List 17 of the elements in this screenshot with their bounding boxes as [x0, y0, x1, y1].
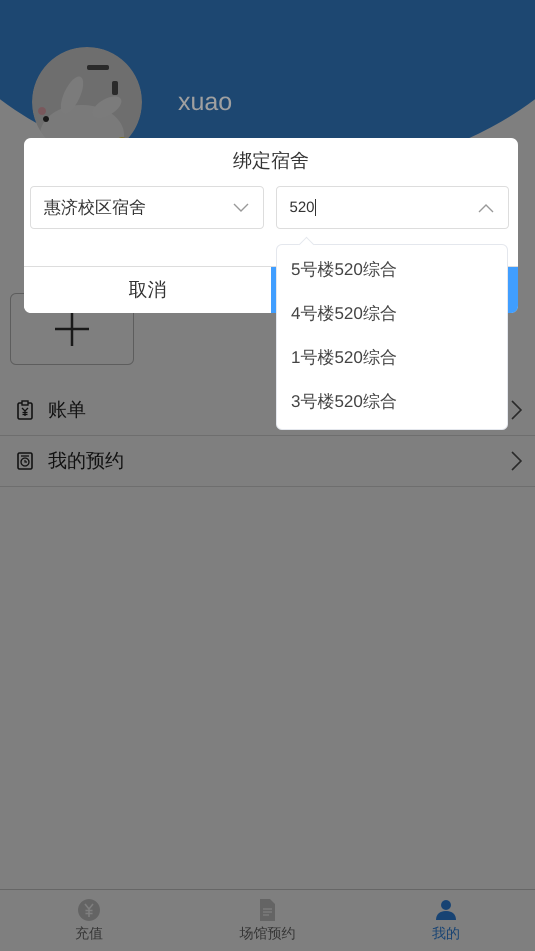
username: xuao — [178, 88, 232, 116]
dropdown-option[interactable]: 4号楼520综合 — [277, 292, 507, 336]
dropdown-option[interactable]: 1号楼520综合 — [277, 336, 507, 380]
chevron-down-icon — [232, 202, 248, 212]
chevron-right-icon — [510, 451, 522, 471]
yen-icon — [77, 898, 102, 922]
chevron-right-icon — [510, 400, 522, 420]
person-icon — [434, 898, 458, 922]
chevron-up-icon — [478, 202, 494, 212]
dialog-title: 绑定宿舍 — [232, 150, 310, 174]
clock-icon — [16, 451, 34, 471]
dropdown-option[interactable]: 5号楼520综合 — [277, 248, 507, 292]
select-field[interactable]: 520 — [276, 186, 509, 229]
plus-icon — [55, 312, 89, 346]
menu-item[interactable]: 我的预约 — [0, 436, 535, 487]
select-field[interactable]: 惠济校区宿舍 — [30, 186, 264, 229]
clipboard-icon — [16, 400, 34, 420]
